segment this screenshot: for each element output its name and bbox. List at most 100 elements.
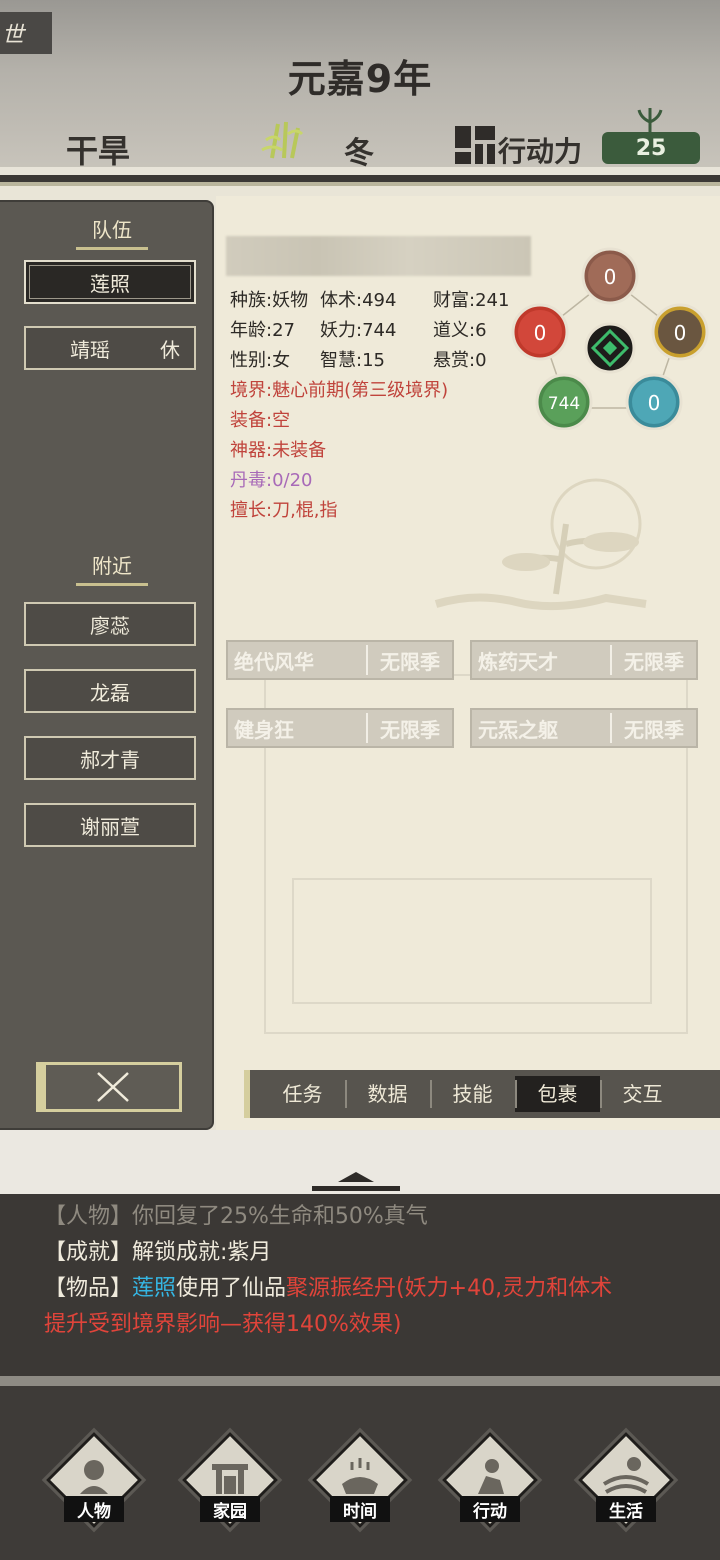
nav-action[interactable]: 行动 (441, 1431, 539, 1536)
tab-data[interactable]: 数据 (345, 1076, 430, 1112)
detail-tabs: 任务 数据 技能 包裹 交互 (244, 1070, 720, 1118)
nav-label: 家园 (200, 1496, 260, 1522)
close-button[interactable] (36, 1062, 182, 1112)
nav-character[interactable]: 人物 (45, 1431, 143, 1536)
nav-label: 行动 (460, 1496, 520, 1522)
log-separator (0, 1376, 720, 1386)
season-label: 冬 (344, 136, 374, 171)
nav-home[interactable]: 家园 (181, 1431, 279, 1536)
five-elements-chart: 0 0 0 744 0 (511, 247, 709, 430)
nearby-person-1[interactable]: 廖蕊 (24, 602, 196, 646)
tab-tasks[interactable]: 任务 (260, 1076, 345, 1112)
tab-skills[interactable]: 技能 (430, 1076, 515, 1112)
character-name-blurred (226, 236, 531, 276)
log-line: 【成就】解锁成就:紫月 (44, 1240, 272, 1265)
top-header: 世 元嘉9年 干旱 冬 行动力 25 (0, 0, 720, 175)
character-panel: 队伍 莲照 靖瑶 休 附近 廖蕊 龙磊 郝才青 谢丽萱 种族:妖物 体术:494… (0, 182, 720, 1130)
fire-element-icon: 0 (511, 303, 569, 361)
trait-chip[interactable]: 健身狂 无限季 (226, 708, 454, 748)
metal-element-icon: 0 (651, 303, 709, 361)
nearby-section-title: 附近 (76, 550, 148, 586)
tab-interact[interactable]: 交互 (600, 1076, 685, 1112)
nav-life[interactable]: 生活 (577, 1431, 675, 1536)
metal-value: 0 (674, 321, 687, 345)
age-stat: 年龄:27 (230, 320, 295, 341)
nearby-person-2[interactable]: 龙磊 (24, 669, 196, 713)
bottom-nav: 人物 家园 时间 行动 生活 (0, 1386, 720, 1560)
log-item-name: 聚源振经丹 (286, 1276, 397, 1301)
log-divider (0, 1130, 720, 1194)
trait-duration: 无限季 (624, 649, 684, 674)
trait-duration: 无限季 (380, 649, 440, 674)
person-name: 龙磊 (90, 680, 130, 705)
message-log[interactable]: 【人物】你回复了25%生命和50%真气 【成就】解锁成就:紫月 【物品】莲照使用… (0, 1194, 720, 1374)
trait-chip[interactable]: 绝代风华 无限季 (226, 640, 454, 680)
person-name: 廖蕊 (90, 613, 130, 638)
nav-label: 人物 (64, 1496, 124, 1522)
weather-label: 干旱 (66, 132, 131, 170)
trait-duration: 无限季 (624, 717, 684, 742)
year-title: 元嘉9年 (287, 57, 433, 101)
decorative-frame (292, 878, 652, 1004)
expand-handle-icon[interactable] (308, 1168, 404, 1194)
action-power-value: 25 (602, 132, 700, 164)
water-element-icon: 0 (625, 373, 683, 430)
trait-name: 绝代风华 (234, 649, 314, 674)
gender-stat: 性别:女 (230, 350, 291, 371)
race-stat: 种族:妖物 (230, 290, 309, 311)
log-text: 使用了仙品 (176, 1276, 287, 1301)
log-line: 【物品】莲照使用了仙品聚源振经丹(妖力+40,灵力和体术 (44, 1270, 612, 1302)
nav-label: 生活 (596, 1496, 656, 1522)
action-power-icon (455, 126, 495, 164)
fire-value: 0 (534, 321, 547, 345)
nav-label: 时间 (330, 1496, 390, 1522)
demon-power-stat: 妖力:744 (320, 320, 397, 341)
nav-time[interactable]: 时间 (311, 1431, 409, 1536)
trait-chip[interactable]: 元炁之躯 无限季 (470, 708, 698, 748)
trait-duration: 无限季 (380, 717, 440, 742)
landscape-decoration (434, 478, 647, 611)
log-line: 【人物】你回复了25%生命和50%真气 (44, 1204, 428, 1229)
log-effect: (妖力+40,灵力和体术 (396, 1276, 613, 1301)
rest-tag: 休 (160, 337, 180, 362)
poison-stat: 丹毒:0/20 (230, 470, 313, 491)
body-stat: 体术:494 (320, 290, 397, 311)
trait-name: 元炁之躯 (478, 717, 558, 742)
tab-inventory[interactable]: 包裹 (515, 1076, 600, 1112)
earth-element-icon: 0 (581, 247, 639, 305)
member-name: 靖瑶 (70, 337, 110, 362)
wood-value: 744 (548, 394, 580, 414)
member-name: 莲照 (90, 271, 130, 296)
bounty-stat: 悬赏:0 (433, 350, 487, 371)
team-member-lianzhao[interactable]: 莲照 (24, 260, 196, 304)
log-category: 【物品】 (44, 1276, 133, 1301)
bamboo-icon (261, 121, 304, 159)
team-section-title: 队伍 (76, 214, 148, 250)
nearby-person-3[interactable]: 郝才青 (24, 736, 196, 780)
leaf-icon (637, 108, 663, 134)
person-name: 谢丽萱 (80, 814, 140, 839)
artifact-stat: 神器:未装备 (230, 440, 327, 461)
morality-stat: 道义:6 (433, 320, 487, 341)
character-details: 种族:妖物 体术:494 财富:241 年龄:27 妖力:744 道义:6 性别… (216, 196, 720, 1130)
earth-value: 0 (604, 265, 617, 289)
team-member-jingyao[interactable]: 靖瑶 休 (24, 326, 196, 370)
log-line: 提升受到境界影响—获得140%效果) (44, 1312, 402, 1337)
wealth-stat: 财富:241 (433, 290, 510, 311)
close-icon (96, 1072, 129, 1102)
specialty-stat: 擅长:刀,棍,指 (230, 500, 338, 521)
wisdom-stat: 智慧:15 (320, 350, 385, 371)
sidebar: 队伍 莲照 靖瑶 休 附近 廖蕊 龙磊 郝才青 谢丽萱 (0, 200, 214, 1130)
trait-name: 健身狂 (234, 717, 294, 742)
water-value: 0 (648, 391, 661, 415)
person-name: 郝才青 (80, 747, 140, 772)
log-character-name: 莲照 (132, 1276, 177, 1301)
action-power-label: 行动力 (498, 135, 583, 168)
realm-stat: 境界:魅心前期(第三级境界) (230, 380, 449, 401)
trait-name: 炼药天才 (478, 649, 558, 674)
center-element-icon (584, 322, 636, 374)
wood-element-icon: 744 (535, 373, 593, 430)
equipment-stat: 装备:空 (230, 410, 291, 431)
trait-chip[interactable]: 炼药天才 无限季 (470, 640, 698, 680)
nearby-person-4[interactable]: 谢丽萱 (24, 803, 196, 847)
